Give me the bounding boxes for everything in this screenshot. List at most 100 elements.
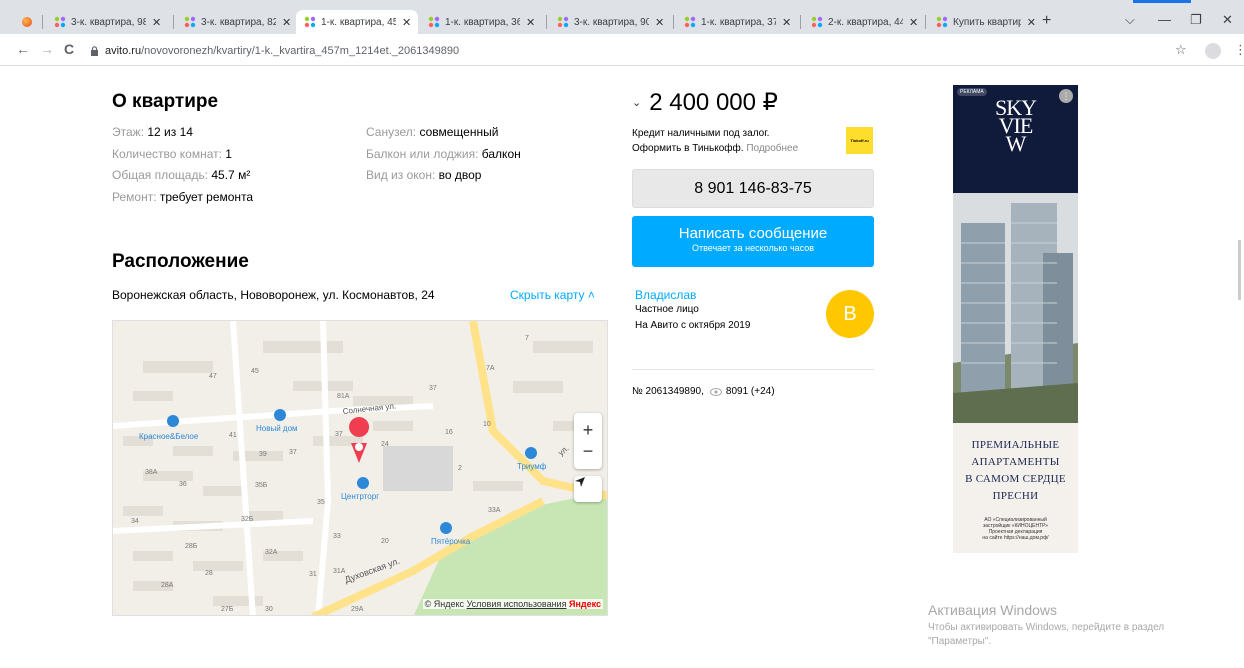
credit-more-link[interactable]: Подробнее [746,143,798,154]
house-number: 30 [265,606,273,613]
param-bathroom: Санузел: совмещенный [366,125,498,139]
message-button-sublabel: Отвечает за несколько часов [691,243,815,253]
tab-close-icon[interactable]: ✕ [402,16,411,29]
browser-tab[interactable]: 3-к. квартира, 82 ✕ [176,10,294,34]
bookmark-star-icon[interactable]: ☆ [1175,42,1187,58]
windows-activation-title: Активация Windows [928,602,1058,618]
poi-pyaterochka[interactable]: Пятёрочка [431,522,471,546]
seller-name-link[interactable]: Владислав [635,288,696,302]
price-toggle-icon[interactable]: ⌄ [632,96,641,109]
tab-separator [673,15,674,29]
param-balcony: Балкон или лоджия: балкон [366,147,521,161]
map-terms-link[interactable]: Условия использования [467,599,567,609]
tab-close-icon[interactable]: ✕ [1027,16,1036,29]
minimize-button[interactable]: — [1158,12,1171,27]
tinkoff-logo[interactable]: Tinkoff.ru [846,127,873,154]
tab-close-icon[interactable]: ✕ [152,16,161,29]
house-number: 32Б [241,516,254,523]
price-value: 2 400 000 ₽ [649,89,778,116]
yandex-map[interactable]: Солнечная ул. Духовская ул. ул. 47 45 81… [112,320,608,616]
house-number: 7А [486,365,495,372]
write-message-button[interactable]: Написать сообщение Отвечает за несколько… [632,216,874,267]
poi-label: Триумф [517,462,547,471]
lock-icon [91,46,98,56]
ad-building-image [953,193,1078,423]
param-value: 12 из 14 [147,125,193,139]
credit-offer: Кредит наличными под залог. Оформить в Т… [632,126,842,156]
browser-tab[interactable]: 3-к. квартира, 98, ✕ [46,10,170,34]
avito-favicon-icon [811,16,823,28]
house-number: 45 [251,368,259,375]
param-label: Санузел: [366,125,417,139]
reload-button[interactable]: C [64,41,74,57]
hide-map-link[interactable]: Скрыть карту ˄ [510,288,595,302]
avito-favicon-icon [304,16,316,28]
house-number: 34 [131,518,139,525]
house-number: 81А [337,393,350,400]
house-number: 38А [145,469,158,476]
tab-separator [42,15,43,29]
param-repair: Ремонт: требует ремонта [112,190,253,204]
browser-tab[interactable]: Купить квартиру | ✕ [928,10,1036,34]
tab-close-icon[interactable]: ✕ [282,16,291,29]
poi-label: Красное&Белое [139,432,199,441]
show-phone-button[interactable]: 8 901 146-83-75 [632,169,874,208]
avito-favicon-icon [936,16,948,28]
house-number: 24 [381,441,389,448]
house-number: 41 [229,432,237,439]
ad-headline-line: В САМОМ СЕРДЦЕ [965,473,1066,485]
location-title: Расположение [112,251,249,272]
restore-button[interactable]: ❐ [1190,12,1202,28]
param-label: Общая площадь: [112,168,209,182]
map-copyright: © Яндекс [424,599,465,609]
window-close-button[interactable]: ✕ [1222,12,1233,28]
forward-button[interactable]: → [40,41,54,57]
param-view: Вид из окон: во двор [366,168,481,182]
tab-title: 3-к. квартира, 98, [71,16,146,28]
tab-title: 3-к. квартира, 82 [201,16,276,28]
house-number: 37 [429,385,437,392]
credit-line: Оформить в Тинькофф. [632,143,744,154]
yandex-logo[interactable]: Яндекс [569,599,601,609]
tab-close-icon[interactable]: ✕ [782,16,791,29]
about-title: О квартире [112,91,219,112]
param-label: Этаж: [112,125,145,139]
poi-centrtorg[interactable]: Центрторг [341,477,379,501]
view-count: 8091 (+24) [725,386,775,397]
browser-tab[interactable]: 1-к. квартира, 37, ✕ [676,10,798,34]
page-scrollbar[interactable] [1238,240,1241,300]
ad-disclaimer: АО «Специализированный застройщик «КИНОЦ… [963,517,1068,541]
message-button-label: Написать сообщение [678,225,828,242]
browser-menu-icon[interactable]: ⋮ [1234,42,1244,58]
geolocation-button[interactable] [574,476,602,502]
profile-avatar[interactable] [1205,43,1221,59]
house-number: 33А [488,507,501,514]
tab-close-icon[interactable]: ✕ [526,16,535,29]
ad-banner[interactable]: РЕКЛАМА ⋮ SKY VIE W ПРЕМИАЛЬНЫЕ АПАРТАМЕ… [953,85,1078,553]
pinned-tab-icon[interactable] [22,17,32,27]
map-canvas: Солнечная ул. Духовская ул. ул. 47 45 81… [113,321,607,615]
address-bar[interactable]: avito.ru/novovoronezh/kvartiry/1-k._kvar… [90,42,1160,60]
browser-tab[interactable]: 2-к. квартира, 44, ✕ [803,10,923,34]
seller-avatar[interactable]: В [826,290,874,338]
avito-favicon-icon [557,16,569,28]
back-button[interactable]: ← [16,41,30,57]
poi-label: Пятёрочка [431,537,471,546]
house-number: 10 [483,421,491,428]
house-number: 28А [161,582,174,589]
ad-label: РЕКЛАМА [957,88,987,96]
browser-tab[interactable]: 3-к. квартира, 90, ✕ [549,10,671,34]
tab-close-icon[interactable]: ✕ [655,16,664,29]
windows-activation-text: Чтобы активировать Windows, перейдите в … [928,622,1165,647]
browser-tab-strip: 3-к. квартира, 98, ✕ 3-к. квартира, 82 ✕… [0,0,1244,34]
new-tab-button[interactable]: + [1042,12,1051,30]
zoom-out-button[interactable]: − [583,441,594,462]
tab-separator [546,15,547,29]
ad-headline-line: АПАРТАМЕНТЫ [971,456,1060,468]
seller-since: На Авито с октября 2019 [635,320,751,331]
browser-tab[interactable]: 1-к. квартира, 36, ✕ [420,10,544,34]
zoom-in-button[interactable]: + [583,420,594,441]
tab-close-icon[interactable]: ✕ [909,16,918,29]
tab-search-icon[interactable]: ⌵ [1125,12,1135,28]
browser-tab-active[interactable]: 1-к. квартира, 45, ✕ [296,10,418,34]
